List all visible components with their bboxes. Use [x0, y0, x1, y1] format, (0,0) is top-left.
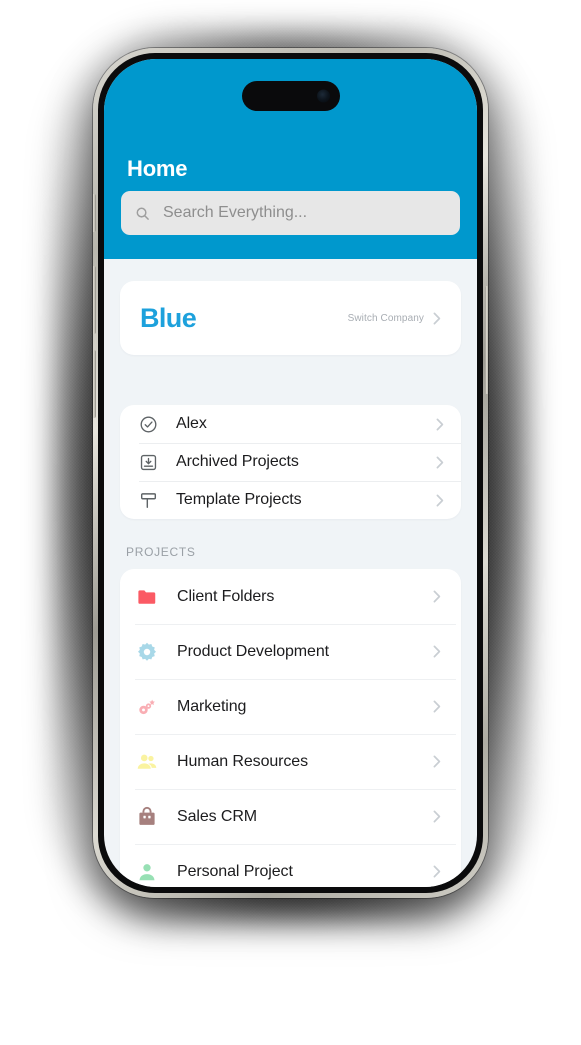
switch-company-action[interactable]: Switch Company — [348, 312, 441, 325]
company-switcher-card[interactable]: Blue Switch Company — [120, 281, 461, 355]
chevron-right-icon — [436, 418, 444, 430]
project-item-label: Sales CRM — [177, 807, 258, 825]
search-icon — [136, 207, 149, 220]
scroll-content[interactable]: Blue Switch Company Alex Archived Projec… — [104, 259, 477, 887]
menu-item-alex[interactable]: Alex — [120, 405, 461, 443]
check-circle-icon — [139, 415, 158, 434]
volume-down-button[interactable] — [93, 350, 96, 418]
project-item-client-folders[interactable]: Client Folders — [120, 569, 461, 624]
search-input[interactable] — [161, 203, 446, 223]
volume-up-button[interactable] — [93, 266, 96, 334]
project-item-label: Marketing — [177, 697, 247, 715]
archive-box-icon — [139, 453, 158, 472]
menu-item-template-projects[interactable]: Template Projects — [120, 481, 461, 519]
project-item-label: Human Resources — [177, 752, 309, 770]
gears-sparkle-icon — [135, 695, 159, 719]
bag-icon — [135, 805, 159, 829]
chevron-right-icon — [433, 810, 441, 823]
company-name: Blue — [140, 302, 197, 333]
projects-section-header: PROJECTS — [126, 545, 196, 559]
quick-links-card: Alex Archived Projects Template Projects — [120, 405, 461, 519]
project-item-label: Client Folders — [177, 587, 275, 605]
chevron-right-icon — [433, 312, 441, 324]
template-icon — [139, 491, 158, 510]
chevron-right-icon — [433, 645, 441, 658]
projects-card: Client Folders Product Development Marke… — [120, 569, 461, 887]
chevron-right-icon — [433, 700, 441, 713]
gear-icon — [135, 640, 159, 664]
phone-screen: Home Blue Switch Company — [104, 59, 477, 887]
action-button[interactable] — [93, 194, 96, 232]
project-item-human-resources[interactable]: Human Resources — [120, 734, 461, 789]
menu-item-label: Alex — [176, 415, 207, 432]
project-item-label: Personal Project — [177, 862, 293, 880]
switch-company-label: Switch Company — [347, 312, 424, 324]
menu-item-label: Template Projects — [176, 491, 302, 508]
person-icon — [135, 860, 159, 884]
people-icon — [135, 750, 159, 774]
page-title: Home — [127, 156, 188, 181]
phone-device-frame: Home Blue Switch Company — [93, 48, 488, 898]
front-camera-icon — [316, 89, 330, 103]
folder-icon — [135, 585, 159, 609]
project-item-product-development[interactable]: Product Development — [120, 624, 461, 679]
power-button[interactable] — [485, 286, 488, 394]
chevron-right-icon — [433, 755, 441, 768]
project-item-label: Product Development — [177, 642, 329, 660]
chevron-right-icon — [436, 494, 444, 506]
chevron-right-icon — [433, 590, 441, 603]
search-bar[interactable] — [121, 191, 460, 235]
project-item-marketing[interactable]: Marketing — [120, 679, 461, 734]
menu-item-label: Archived Projects — [176, 453, 299, 470]
chevron-right-icon — [433, 865, 441, 878]
dynamic-island — [241, 81, 340, 111]
menu-item-archived-projects[interactable]: Archived Projects — [120, 443, 461, 481]
project-item-sales-crm[interactable]: Sales CRM — [120, 789, 461, 844]
chevron-right-icon — [436, 456, 444, 468]
project-item-personal-project[interactable]: Personal Project — [120, 844, 461, 887]
